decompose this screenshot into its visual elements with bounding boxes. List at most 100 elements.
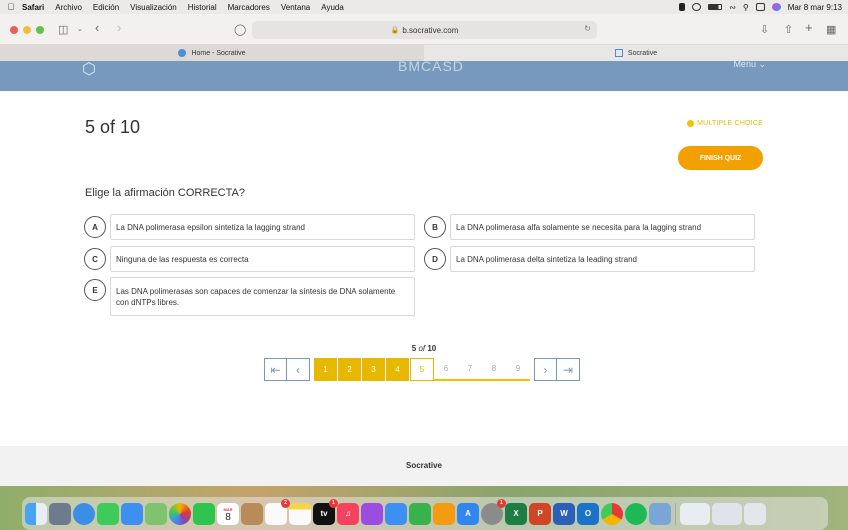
menu-marcadores[interactable]: Marcadores — [228, 3, 270, 12]
answer-option-a[interactable]: A La DNA polimerasa epsilon sintetiza la… — [84, 214, 415, 240]
clock-text[interactable]: Mar 8 mar 9:13 — [788, 3, 842, 12]
page-9-button[interactable]: 9 — [506, 358, 530, 381]
menu-ayuda[interactable]: Ayuda — [321, 3, 344, 12]
minimize-window-button[interactable] — [23, 26, 31, 34]
battery-icon[interactable] — [708, 4, 723, 10]
calendar-icon[interactable]: MAR 8 — [217, 502, 239, 525]
maximize-window-button[interactable] — [36, 26, 44, 34]
answer-text: La DNA polimerasa alfa solamente se nece… — [450, 214, 755, 240]
system-preferences-icon[interactable]: 1 — [481, 498, 506, 525]
download-icon[interactable]: ⇩ — [760, 23, 769, 36]
sidebar-toggle-icon[interactable]: ◫ — [58, 23, 68, 36]
numbers-icon[interactable] — [409, 502, 431, 525]
search-icon[interactable]: ⚲ — [743, 3, 749, 12]
answer-letter: E — [84, 279, 106, 301]
next-page-icon[interactable]: › — [534, 358, 557, 381]
menu-historial[interactable]: Historial — [188, 3, 217, 12]
chevron-down-icon[interactable]: ⌄ — [77, 25, 83, 33]
answer-text: Las DNA polimerasas son capaces de comen… — [110, 277, 415, 316]
launchpad-icon[interactable] — [49, 502, 71, 525]
apple-tv-icon[interactable]: tv 1 — [313, 498, 338, 525]
browser-toolbar: ◫ ⌄ ‹ › ◯ 🔒 b.socrative.com ↻ ⇩ ⇧ + ▦ — [0, 14, 848, 45]
finder-icon[interactable] — [25, 502, 47, 525]
page-2-button[interactable]: 2 — [338, 358, 362, 381]
mail-icon[interactable] — [121, 502, 143, 525]
previous-page-icon[interactable]: ‹ — [287, 358, 310, 381]
menu-button[interactable]: Menu ⌄ — [733, 59, 766, 70]
menu-visualizacion[interactable]: Visualización — [130, 3, 177, 12]
page-5-button[interactable]: 5 — [410, 358, 434, 381]
share-icon[interactable]: ⇧ — [784, 23, 793, 36]
first-page-icon[interactable]: ⇤ — [264, 358, 287, 381]
total-pages: 10 — [427, 344, 437, 353]
preview-icon[interactable] — [649, 502, 671, 525]
forward-icon[interactable]: › — [117, 20, 121, 35]
page-indicator: 5 of 10 — [0, 344, 848, 353]
answer-letter: A — [84, 216, 106, 238]
safari-icon[interactable] — [73, 502, 95, 525]
lock-icon: 🔒 — [390, 27, 400, 34]
answer-option-b[interactable]: B La DNA polimerasa alfa solamente se ne… — [424, 214, 755, 240]
tab-overview-icon[interactable]: ▦ — [826, 23, 836, 36]
url-text: b.socrative.com — [402, 25, 459, 35]
reload-icon[interactable]: ↻ — [584, 24, 591, 33]
minimized-window-icon[interactable] — [680, 502, 710, 525]
answer-text: La DNA polimerasa epsilon sintetiza la l… — [110, 214, 415, 240]
pages-icon[interactable] — [433, 502, 455, 525]
chrome-icon[interactable] — [601, 502, 623, 525]
back-icon[interactable]: ‹ — [95, 20, 99, 35]
menu-archivo[interactable]: Archivo — [55, 3, 82, 12]
new-tab-icon[interactable]: + — [805, 20, 813, 35]
question-text: Elige la afirmación CORRECTA? — [85, 187, 245, 199]
outlook-icon[interactable]: O — [577, 502, 599, 525]
keynote-icon[interactable] — [385, 502, 407, 525]
page-1-button[interactable]: 1 — [314, 358, 338, 381]
music-icon[interactable]: ♫ — [337, 502, 359, 525]
powerpoint-icon[interactable]: P — [529, 502, 551, 525]
menu-edicion[interactable]: Edición — [93, 3, 119, 12]
wifi-icon[interactable]: ∾ — [729, 3, 736, 12]
messages-icon[interactable] — [97, 502, 119, 525]
apple-icon[interactable]:  — [0, 2, 22, 12]
socrative-favicon-icon — [178, 49, 187, 57]
spotify-icon[interactable] — [625, 502, 647, 525]
page-7-button[interactable]: 7 — [458, 358, 482, 381]
privacy-shield-icon[interactable]: ◯ — [234, 23, 246, 36]
address-bar[interactable]: 🔒 b.socrative.com ↻ — [252, 21, 597, 39]
reminders-icon[interactable]: 2 — [265, 498, 290, 525]
siri-icon[interactable] — [771, 3, 781, 11]
maps-icon[interactable] — [145, 502, 167, 525]
socrative-logo-icon[interactable]: ⬡ — [82, 59, 96, 79]
podcasts-icon[interactable] — [361, 502, 383, 525]
answer-letter: B — [424, 216, 446, 238]
dock-separator — [675, 502, 676, 525]
calendar-day: 8 — [225, 511, 231, 523]
app-store-icon[interactable]: A — [457, 502, 479, 525]
trash-icon[interactable] — [744, 502, 766, 525]
facetime-icon[interactable] — [193, 502, 215, 525]
answer-option-e[interactable]: E Las DNA polimerasas son capaces de com… — [84, 277, 415, 316]
tab-socrative[interactable]: Socrative — [424, 45, 848, 61]
microphone-status-icon[interactable] — [679, 3, 686, 11]
word-icon[interactable]: W — [553, 502, 575, 525]
control-center-icon[interactable] — [755, 3, 765, 11]
page-3-button[interactable]: 3 — [362, 358, 386, 381]
answer-option-c[interactable]: C Ninguna de las respuesta es correcta — [84, 246, 415, 272]
contacts-icon[interactable] — [241, 502, 263, 525]
photos-icon[interactable] — [169, 502, 191, 525]
finish-quiz-button[interactable]: FINISH QUIZ — [678, 146, 763, 170]
minimized-window-icon[interactable] — [712, 502, 742, 525]
menu-safari[interactable]: Safari — [22, 3, 44, 12]
tab-title: Home - Socrative — [191, 49, 246, 57]
menu-ventana[interactable]: Ventana — [281, 3, 310, 12]
last-page-icon[interactable]: ⇥ — [557, 358, 580, 381]
tab-home-socrative[interactable]: Home - Socrative — [0, 45, 424, 61]
play-status-icon[interactable] — [692, 3, 702, 11]
excel-icon[interactable]: X — [505, 502, 527, 525]
page-4-button[interactable]: 4 — [386, 358, 410, 381]
page-6-button[interactable]: 6 — [434, 358, 458, 381]
page-8-button[interactable]: 8 — [482, 358, 506, 381]
answer-option-d[interactable]: D La DNA polimerasa delta sintetiza la l… — [424, 246, 755, 272]
notes-icon[interactable] — [289, 502, 311, 525]
close-window-button[interactable] — [10, 26, 18, 34]
